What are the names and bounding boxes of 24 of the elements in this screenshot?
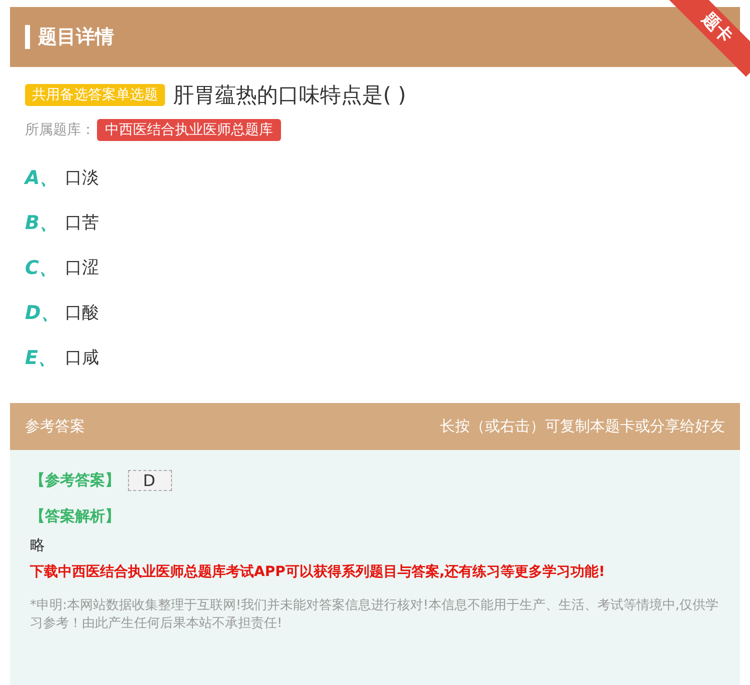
option-letter: A、 bbox=[25, 166, 55, 190]
section-title: 题目详情 bbox=[38, 25, 114, 50]
option-text: 口涩 bbox=[65, 257, 99, 279]
question-text: 肝胃蕴热的口味特点是( ) bbox=[173, 82, 406, 109]
option-text: 口酸 bbox=[65, 302, 99, 324]
analysis-text: 略 bbox=[30, 536, 46, 555]
option-text: 口咸 bbox=[65, 347, 99, 369]
question-type-badge: 共用备选答案单选题 bbox=[25, 84, 165, 106]
option-letter: D、 bbox=[25, 300, 55, 326]
option-letter: C、 bbox=[25, 256, 55, 280]
disclaimer-text: *申明:本网站数据收集整理于互联网!我们并未能对答案信息进行核对!本信息不能用于生产、生活、考试等情境中,仅供学习参考！由此产生任何后果本站不承担责任! bbox=[30, 597, 720, 633]
share-hint: 长按（或右击）可复制本题卡或分享给好友 bbox=[440, 417, 725, 436]
answer-label: 【参考答案】 bbox=[30, 471, 120, 490]
option-letter: B、 bbox=[25, 210, 55, 236]
bank-label: 所属题库： bbox=[25, 121, 95, 139]
analysis-label: 【答案解析】 bbox=[30, 507, 121, 526]
answer-value: D bbox=[128, 470, 172, 491]
option-letter: E、 bbox=[25, 346, 55, 370]
option-text: 口苦 bbox=[65, 212, 99, 234]
promo-text: 下载中西医结合执业医师总题库考试APP可以获得系列题目与答案,还有练习等更多学习功能! bbox=[30, 563, 606, 581]
option-text: 口淡 bbox=[65, 167, 99, 189]
title-marker bbox=[25, 25, 30, 49]
bank-badge: 中西医结合执业医师总题库 bbox=[97, 119, 281, 141]
answer-section-title: 参考答案 bbox=[25, 417, 85, 436]
